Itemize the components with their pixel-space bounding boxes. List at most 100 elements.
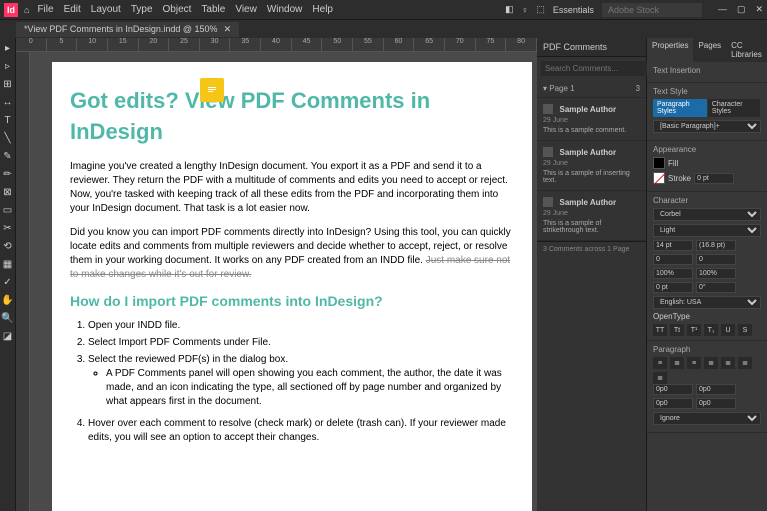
menu-file[interactable]: File (37, 4, 53, 15)
paragraph-style-select[interactable]: [Basic Paragraph]+ (653, 120, 761, 133)
comment-type-icon (543, 104, 553, 114)
doc-step-4: Hover over each comment to resolve (chec… (88, 417, 514, 445)
sticky-note-icon[interactable] (200, 78, 224, 102)
menu-type[interactable]: Type (131, 4, 153, 15)
stroke-swatch[interactable] (653, 172, 665, 184)
tab-cclibraries[interactable]: CC Libraries (726, 38, 767, 62)
character-styles-tab[interactable]: Character Styles (708, 99, 760, 117)
main-menu: File Edit Layout Type Object Table View … (37, 4, 333, 15)
justify-left-icon[interactable]: ≣ (704, 357, 718, 369)
home-icon[interactable]: ⌂ (24, 5, 29, 15)
line-tool[interactable]: ╲ (2, 132, 14, 144)
doc-para-2: Did you know you can import PDF comments… (70, 226, 514, 282)
align-right-icon[interactable]: ≡ (687, 357, 701, 369)
opentype-button[interactable]: OpenType (653, 312, 690, 321)
share-icon[interactable]: ⬚ (536, 4, 545, 15)
canvas[interactable]: 05101520253035404550556065707580 Got edi… (16, 38, 537, 511)
document-tab[interactable]: *View PDF Comments in InDesign.indd @ 15… (16, 22, 239, 37)
document-page[interactable]: Got edits? View PDF Comments in InDesign… (52, 62, 532, 511)
paragraph-styles-tab[interactable]: Paragraph Styles (653, 99, 707, 117)
smallcaps-icon[interactable]: Tt (670, 324, 684, 336)
selection-tool[interactable]: ▸ (2, 42, 14, 54)
underline-icon[interactable]: U (721, 324, 735, 336)
space-before-input[interactable] (653, 398, 693, 409)
comments-page-row[interactable]: ▾ Page 1 3 (537, 80, 646, 98)
menu-layout[interactable]: Layout (91, 4, 121, 15)
comment-item[interactable]: Sample Author 29 June This is a sample o… (537, 141, 646, 191)
scissors-tool[interactable]: ✂ (2, 222, 14, 234)
tracking-input[interactable] (696, 254, 736, 265)
menu-table[interactable]: Table (201, 4, 225, 15)
align-center-icon[interactable]: ≣ (670, 357, 684, 369)
vscale-input[interactable] (653, 268, 693, 279)
app-logo: Id (4, 3, 18, 17)
rect-frame-tool[interactable]: ⊠ (2, 186, 14, 198)
allcaps-icon[interactable]: TT (653, 324, 667, 336)
superscript-icon[interactable]: T¹ (687, 324, 701, 336)
skew-input[interactable] (696, 282, 736, 293)
leading-input[interactable] (696, 240, 736, 251)
indent-right-input[interactable] (696, 384, 736, 395)
indent-left-input[interactable] (653, 384, 693, 395)
ruler-vertical (16, 52, 30, 511)
tab-pages[interactable]: Pages (693, 38, 726, 62)
cloud-icon[interactable]: ♀ (522, 5, 529, 15)
stroke-weight-input[interactable] (694, 173, 734, 184)
pen-tool[interactable]: ✎ (2, 150, 14, 162)
tab-close-icon[interactable]: ✕ (224, 24, 232, 35)
weight-select[interactable]: Light (653, 224, 761, 237)
page-tool[interactable]: ⊞ (2, 78, 14, 90)
menu-help[interactable]: Help (312, 4, 333, 15)
doc-para-1: Imagine you've created a lengthy InDesig… (70, 160, 514, 216)
justify-all-icon[interactable]: ≣ (653, 372, 667, 384)
workspace-label[interactable]: Essentials (553, 5, 594, 15)
justify-center-icon[interactable]: ≣ (721, 357, 735, 369)
close-icon[interactable]: ✕ (755, 4, 763, 15)
rect-tool[interactable]: ▭ (2, 204, 14, 216)
type-tool[interactable]: T (2, 114, 14, 126)
kerning-input[interactable] (653, 254, 693, 265)
space-after-input[interactable] (696, 398, 736, 409)
textstyle-label: Text Style (653, 87, 761, 96)
insert-text-icon (543, 147, 553, 157)
gap-tool[interactable]: ↔ (2, 96, 14, 108)
hscale-input[interactable] (696, 268, 736, 279)
search-input[interactable] (602, 3, 702, 17)
fill-swatch[interactable] (653, 157, 665, 169)
gradient-tool[interactable]: ▦ (2, 258, 14, 270)
zoom-tool[interactable]: 🔍 (2, 312, 14, 324)
ignore-select[interactable]: Ignore (653, 412, 761, 425)
comments-search-input[interactable] (541, 61, 650, 76)
align-left-icon[interactable]: ≡ (653, 357, 667, 369)
doc-step-2: Select Import PDF Comments under File. (88, 336, 514, 350)
doc-step-1: Open your INDD file. (88, 319, 514, 333)
comment-item[interactable]: Sample Author 29 June This is a sample o… (537, 191, 646, 241)
justify-right-icon[interactable]: ≣ (738, 357, 752, 369)
toolbox: ▸ ▹ ⊞ ↔ T ╲ ✎ ✏ ⊠ ▭ ✂ ⟲ ▦ ✓ ✋ 🔍 ◪ (0, 38, 16, 511)
doc-heading: Got edits? View PDF Comments in InDesign (70, 86, 514, 148)
sync-icon[interactable]: ◧ (505, 4, 514, 15)
comment-item[interactable]: Sample Author 29 June This is a sample c… (537, 98, 646, 141)
direct-select-tool[interactable]: ▹ (2, 60, 14, 72)
menu-window[interactable]: Window (267, 4, 303, 15)
transform-tool[interactable]: ⟲ (2, 240, 14, 252)
pencil-tool[interactable]: ✏ (2, 168, 14, 180)
font-select[interactable]: Corbel (653, 208, 761, 221)
strike-icon[interactable]: S (738, 324, 752, 336)
minimize-icon[interactable]: — (718, 4, 727, 15)
tab-properties[interactable]: Properties (647, 38, 693, 62)
language-select[interactable]: English: USA (653, 296, 761, 309)
menu-object[interactable]: Object (163, 4, 192, 15)
menu-edit[interactable]: Edit (64, 4, 81, 15)
menu-view[interactable]: View (235, 4, 257, 15)
hand-tool[interactable]: ✋ (2, 294, 14, 306)
baseline-input[interactable] (653, 282, 693, 293)
subscript-icon[interactable]: T₁ (704, 324, 718, 336)
tab-title: *View PDF Comments in InDesign.indd @ 15… (24, 24, 218, 34)
maximize-icon[interactable]: ▢ (737, 4, 746, 15)
eyedropper-tool[interactable]: ✓ (2, 276, 14, 288)
font-size-input[interactable] (653, 240, 693, 251)
doc-step-3a: A PDF Comments panel will open showing y… (106, 367, 514, 409)
fill-stroke-tool[interactable]: ◪ (2, 330, 14, 342)
ruler-horizontal: 05101520253035404550556065707580 (16, 38, 537, 52)
